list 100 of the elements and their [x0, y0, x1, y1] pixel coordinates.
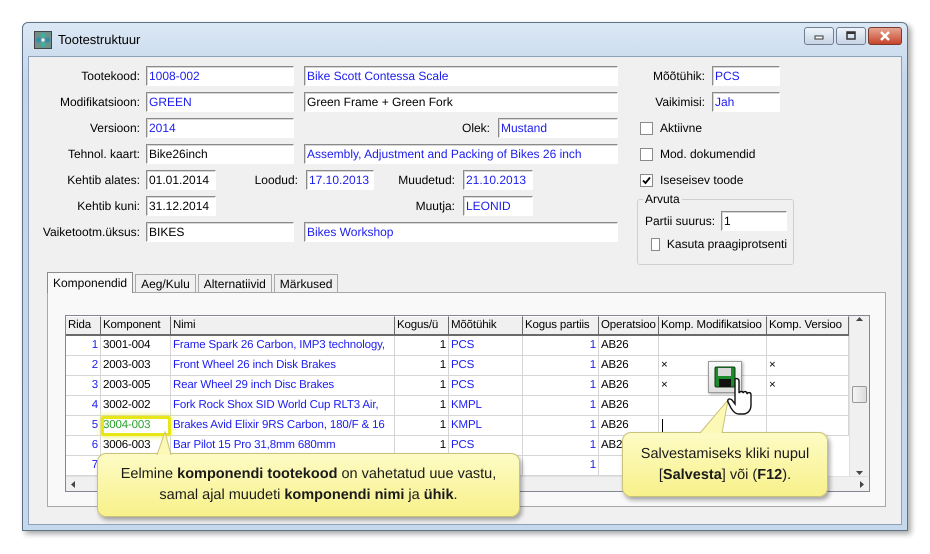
input-field[interactable]: Bike26inch	[146, 144, 294, 164]
table-cell: 1	[395, 376, 449, 396]
callout-text: Eelmine komponendi tootekood on vahetatud uue vastu, samal ajal muudeti komponendi nimi ja ühik.	[120, 465, 498, 505]
table-cell: Rear Wheel 29 inch Disc Brakes	[171, 376, 395, 396]
table-cell: 1	[523, 356, 599, 376]
maximize-button[interactable]	[836, 26, 866, 44]
vertical-scrollbar[interactable]	[849, 316, 869, 476]
input-field[interactable]: GREEN	[146, 92, 294, 112]
input-field[interactable]: 1008-002	[146, 66, 294, 86]
table-cell: Fork Rock Shox SID World Cup RLT3 Air,	[171, 396, 395, 416]
table-cell: 3001-004	[101, 336, 171, 356]
field-label: Tootekood:	[80, 69, 141, 83]
table-cell: AB26	[599, 336, 659, 356]
table-cell: 3002-002	[101, 396, 171, 416]
table-cell: KMPL	[449, 396, 523, 416]
field-label: Modifikatsioon:	[58, 95, 141, 109]
checkbox-label: Kasuta praagiprotsenti	[666, 237, 787, 251]
input-field[interactable]: 01.01.2014	[146, 170, 216, 190]
scroll-right-icon	[859, 480, 865, 488]
input-field[interactable]: Jah	[712, 92, 780, 112]
checkbox-label: Mod. dokumendid	[660, 147, 756, 161]
table-cell: 1	[395, 416, 449, 436]
field-label: Vaiketootm.üksus:	[42, 225, 141, 239]
table-cell: 1	[523, 336, 599, 356]
table-cell: 6	[66, 436, 101, 456]
scrollbar-thumb[interactable]	[852, 386, 867, 403]
table-cell: Brakes Avid Elixir 9RS Carbon, 180/F & 16	[171, 416, 395, 436]
column-header[interactable]: Kogus/ü	[395, 316, 449, 336]
tab[interactable]: Komponendid	[47, 272, 134, 293]
table-cell: 3004-003	[101, 416, 171, 436]
table-cell: 1	[66, 336, 101, 356]
table-cell: PCS	[449, 356, 523, 376]
field-label: Muutja:	[414, 199, 456, 213]
column-header[interactable]: Rida	[66, 316, 101, 336]
table-cell: Frame Spark 26 Carbon, IMP3 technology,	[171, 336, 395, 356]
checkbox-label: Aktiivne	[660, 121, 702, 135]
field-label: Kehtib kuni:	[76, 199, 141, 213]
close-button[interactable]	[868, 26, 902, 44]
input-field[interactable]: LEONID	[463, 196, 533, 216]
column-header[interactable]: Mõõtühik	[449, 316, 523, 336]
tab[interactable]: Märkused	[274, 274, 338, 292]
field-label: Kehtib alates:	[66, 173, 141, 187]
column-header[interactable]: Komponent	[101, 316, 171, 336]
input-field[interactable]: 1	[721, 211, 788, 231]
table-cell: 1	[523, 396, 599, 416]
checkbox[interactable]	[640, 122, 653, 134]
column-header[interactable]: Kogus partiis	[523, 316, 599, 336]
scroll-left-icon	[70, 480, 76, 488]
input-field[interactable]: Bikes Workshop	[304, 222, 618, 242]
table-cell: 1	[395, 396, 449, 416]
checkbox[interactable]	[651, 238, 660, 250]
table-cell: PCS	[449, 376, 523, 396]
input-field[interactable]: PCS	[712, 66, 780, 86]
app-icon	[34, 30, 52, 48]
input-field[interactable]: Green Frame + Green Fork	[304, 92, 618, 112]
table-cell: KMPL	[449, 416, 523, 436]
field-label: Olek:	[460, 121, 491, 135]
minimize-button[interactable]	[804, 26, 834, 44]
table-cell: 1	[523, 376, 599, 396]
table-cell: 1	[395, 356, 449, 376]
group-title: Arvuta	[643, 192, 682, 206]
input-field[interactable]: 21.10.2013	[463, 170, 533, 190]
table-cell: 1	[395, 336, 449, 356]
table-cell: 4	[66, 396, 101, 416]
input-field[interactable]: 2014	[146, 118, 294, 138]
column-header[interactable]: Nimi	[171, 316, 395, 336]
field-label: Partii suurus:	[645, 214, 716, 228]
close-icon	[879, 30, 891, 40]
input-field[interactable]: Mustand	[498, 118, 618, 138]
checkbox[interactable]	[640, 148, 653, 160]
table-cell: 1	[523, 416, 599, 436]
table-cell: 2003-003	[101, 356, 171, 376]
field-label: Loodud:	[254, 173, 299, 187]
input-field[interactable]: 31.12.2014	[146, 196, 216, 216]
field-label: Mõõtühik:	[652, 69, 706, 83]
input-field[interactable]: BIKES	[146, 222, 294, 242]
field-label: Tehnol. kaart:	[66, 147, 141, 161]
table-cell: AB26	[599, 376, 659, 396]
checkbox-label: Iseseisev toode	[660, 173, 744, 187]
table-cell: PCS	[449, 336, 523, 356]
maximize-icon	[845, 30, 857, 40]
checkbox[interactable]	[640, 174, 653, 186]
column-header[interactable]: Operatsioo	[599, 316, 659, 336]
input-field[interactable]: Bike Scott Contessa Scale	[304, 66, 618, 86]
table-cell: 1	[523, 436, 599, 456]
floppy-icon	[714, 366, 736, 388]
field-label: Versioon:	[88, 121, 141, 135]
table-cell: 5	[66, 416, 101, 436]
input-field[interactable]: 17.10.2013	[306, 170, 374, 190]
column-header[interactable]: Komp. Versioo	[767, 316, 849, 336]
tab[interactable]: Alternatiivid	[198, 274, 272, 292]
column-header[interactable]: Komp. Modifikatsioo	[659, 316, 767, 336]
field-label: Muudetud:	[397, 173, 456, 187]
field-label: Vaikimisi:	[654, 95, 706, 109]
tab[interactable]: Aeg/Kulu	[135, 274, 196, 292]
save-button[interactable]	[708, 361, 742, 393]
table-cell: 3	[66, 376, 101, 396]
input-field[interactable]: Assembly, Adjustment and Packing of Bikes 26 inch	[304, 144, 618, 164]
table-cell: AB26	[599, 356, 659, 376]
table-cell: 2	[66, 356, 101, 376]
